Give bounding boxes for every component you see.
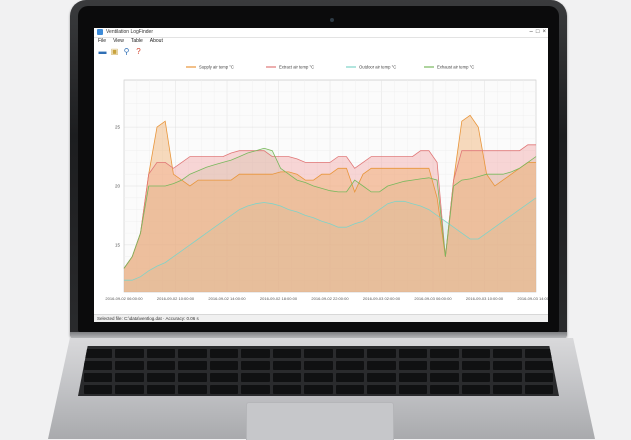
- keyboard-key: [524, 385, 553, 394]
- keyboard-key: [115, 385, 144, 394]
- x-tick-label: 2016-09-02 14:00:00: [208, 296, 246, 301]
- keyboard-key: [493, 385, 522, 394]
- keyboard-key: [241, 361, 270, 370]
- keyboard-key: [146, 361, 176, 370]
- keyboard-key: [493, 349, 522, 358]
- save-icon[interactable]: ▣: [110, 48, 119, 57]
- keyboard-key: [241, 385, 270, 394]
- trackpad: [246, 402, 394, 440]
- keyboard-key: [335, 349, 365, 358]
- keyboard-key: [335, 385, 365, 394]
- close-icon[interactable]: ×: [542, 29, 546, 35]
- keyboard-key: [84, 361, 113, 370]
- keyboard-key: [367, 385, 396, 394]
- x-tick-label: 2016-09-02 06:00:00: [105, 296, 143, 301]
- x-tick-label: 2016-09-03 14:00:00: [517, 296, 548, 301]
- menu-about[interactable]: About: [150, 38, 163, 46]
- keyboard-key: [272, 349, 302, 358]
- keyboard-key: [178, 385, 207, 394]
- minimize-icon[interactable]: –: [530, 29, 533, 35]
- temperature-chart[interactable]: 2016-09-02 06:00:00 2016-09-02 10:00:00 20…: [94, 58, 548, 312]
- legend-label: Extract air temp °C: [279, 65, 314, 70]
- window-controls: – □ ×: [530, 29, 546, 35]
- x-tick-label: 2016-09-03 06:00:00: [414, 296, 452, 301]
- keyboard-key: [398, 385, 428, 394]
- x-tick-label: 2016-09-03 02:00:00: [363, 296, 401, 301]
- keyboard-key: [430, 385, 459, 394]
- menu-file[interactable]: File: [98, 38, 106, 46]
- keyboard-key: [84, 385, 113, 394]
- keyboard-key: [461, 385, 491, 394]
- y-tick-label: 25: [115, 125, 121, 130]
- keyboard-key: [493, 361, 522, 370]
- x-tick-label: 2016-09-03 10:00:00: [466, 296, 504, 301]
- y-tick-label: 20: [115, 184, 121, 189]
- keyboard-key: [367, 349, 396, 358]
- window-title: Ventilation LogFinder: [106, 29, 153, 35]
- menu-bar: File View Table About: [94, 38, 548, 46]
- keyboard-key: [398, 349, 428, 358]
- keyboard-key: [367, 373, 396, 382]
- keyboard-key: [272, 361, 302, 370]
- keyboard-key: [209, 373, 239, 382]
- keyboard-key: [461, 361, 491, 370]
- x-tick-label: 2016-09-02 10:00:00: [157, 296, 195, 301]
- menu-view[interactable]: View: [113, 38, 124, 46]
- keyboard-key: [430, 373, 459, 382]
- keyboard-key: [461, 373, 491, 382]
- keyboard-key: [84, 349, 113, 358]
- maximize-icon[interactable]: □: [536, 29, 540, 35]
- x-tick-label: 2016-09-02 22:00:00: [311, 296, 349, 301]
- status-bar: Selected file: C:\data\ventlog.dat · Acc…: [94, 314, 548, 322]
- keyboard-key: [493, 373, 522, 382]
- keyboard-key: [398, 373, 428, 382]
- keyboard-key: [367, 361, 396, 370]
- keyboard-key: [178, 349, 207, 358]
- keyboard-key: [398, 361, 428, 370]
- menu-table[interactable]: Table: [131, 38, 143, 46]
- keyboard-key: [209, 349, 239, 358]
- toolbar: ▬ ▣ ⚲ ?: [94, 46, 548, 58]
- keyboard-key: [461, 349, 491, 358]
- keyboard-key: [241, 349, 270, 358]
- keyboard-key: [430, 361, 459, 370]
- keyboard-key: [304, 361, 333, 370]
- keyboard-key: [524, 361, 553, 370]
- keyboard-key: [304, 385, 333, 394]
- keyboard-key: [84, 373, 113, 382]
- keyboard-key: [272, 385, 302, 394]
- zoom-icon[interactable]: ⚲: [122, 48, 131, 57]
- keyboard-key: [209, 361, 239, 370]
- keyboard-key: [178, 373, 207, 382]
- keyboard: [78, 346, 559, 396]
- y-tick-label: 15: [115, 242, 121, 247]
- keyboard-key: [241, 373, 270, 382]
- keyboard-key: [430, 349, 459, 358]
- app-icon: [97, 29, 103, 35]
- keyboard-key: [335, 373, 365, 382]
- keyboard-key: [115, 373, 144, 382]
- keyboard-key: [115, 361, 144, 370]
- keyboard-key: [178, 361, 207, 370]
- legend-label: Outdoor air temp °C: [359, 65, 396, 70]
- keyboard-key: [146, 349, 176, 358]
- keyboard-key: [146, 385, 176, 394]
- keyboard-key: [272, 373, 302, 382]
- folder-open-icon[interactable]: ▬: [98, 48, 107, 57]
- help-icon[interactable]: ?: [134, 48, 143, 57]
- keyboard-key: [146, 373, 176, 382]
- keyboard-key: [524, 373, 553, 382]
- keyboard-key: [209, 385, 239, 394]
- keyboard-key: [304, 349, 333, 358]
- keyboard-key: [304, 373, 333, 382]
- keyboard-key: [115, 349, 144, 358]
- keyboard-key: [524, 349, 553, 358]
- legend-label: Supply air temp °C: [199, 65, 234, 70]
- title-bar: Ventilation LogFinder – □ ×: [94, 28, 548, 38]
- x-tick-label: 2016-09-02 18:00:00: [260, 296, 298, 301]
- webcam: [330, 18, 334, 22]
- app-window: Ventilation LogFinder – □ × File View Ta…: [94, 28, 548, 322]
- keyboard-key: [335, 361, 365, 370]
- legend-label: Exhaust air temp °C: [437, 65, 474, 70]
